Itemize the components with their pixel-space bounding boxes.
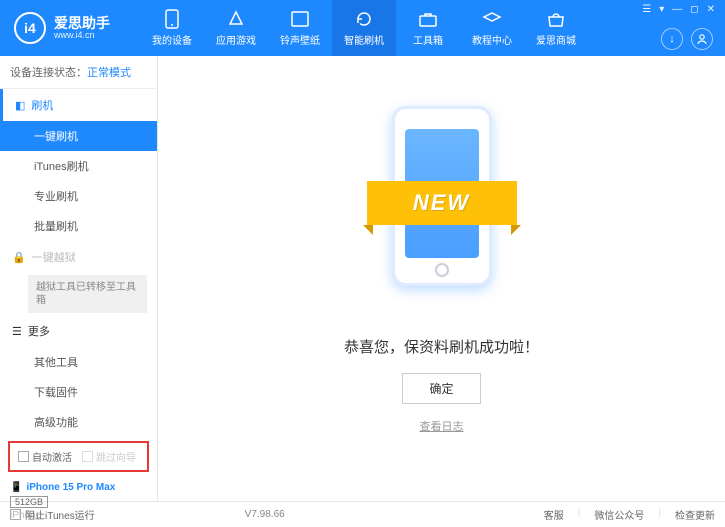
user-button[interactable] (691, 28, 713, 50)
phone-icon (162, 9, 182, 29)
sidebar-header-jailbreak: 🔒 一键越狱 (0, 241, 157, 273)
app-header: i4 爱思助手 www.i4.cn 我的设备 应用游戏 铃声壁纸 智能刷机 工具… (0, 0, 725, 56)
app-name: 爱思助手 (54, 16, 110, 30)
sidebar-jailbreak-section: 🔒 一键越狱 越狱工具已转移至工具箱 (0, 241, 157, 315)
tab-ringtones[interactable]: 铃声壁纸 (268, 0, 332, 56)
window-controls: ☰ ▾ — ◻ ✕ (642, 4, 715, 15)
view-log-link[interactable]: 查看日志 (420, 418, 464, 434)
image-icon (290, 9, 310, 29)
menu-icon: ☰ (12, 325, 22, 338)
checkbox-icon (82, 451, 93, 462)
refresh-icon (354, 9, 374, 29)
tab-toolbox[interactable]: 工具箱 (396, 0, 460, 56)
tab-apps-games[interactable]: 应用游戏 (204, 0, 268, 56)
shop-icon (546, 9, 566, 29)
header-extra-buttons: ↓ (661, 28, 713, 50)
app-icon (226, 9, 246, 29)
sidebar-header-flash[interactable]: ◧ 刷机 (0, 89, 157, 121)
close-icon[interactable]: ✕ (707, 4, 715, 15)
sidebar-item-oneclick-flash[interactable]: 一键刷机 (0, 121, 157, 151)
tab-smart-flash[interactable]: 智能刷机 (332, 0, 396, 56)
app-url: www.i4.cn (54, 30, 110, 40)
sidebar: 设备连接状态：正常模式 ◧ 刷机 一键刷机 iTunes刷机 专业刷机 批量刷机… (0, 56, 158, 501)
success-message: 恭喜您，保资料刷机成功啦！ (344, 336, 539, 357)
toolbox-icon (418, 9, 438, 29)
phone-small-icon: 📱 (10, 482, 22, 493)
footer-link-support[interactable]: 客服 (544, 507, 564, 522)
sidebar-item-itunes-flash[interactable]: iTunes刷机 (0, 151, 157, 181)
tab-my-device[interactable]: 我的设备 (140, 0, 204, 56)
device-status: 设备连接状态：正常模式 (0, 56, 157, 89)
sidebar-item-advanced[interactable]: 高级功能 (0, 407, 157, 437)
sidebar-item-other-tools[interactable]: 其他工具 (0, 347, 157, 377)
lock-icon: 🔒 (12, 251, 26, 264)
ok-button[interactable]: 确定 (402, 373, 480, 404)
tab-store[interactable]: 爱思商城 (524, 0, 588, 56)
tab-tutorials[interactable]: 教程中心 (460, 0, 524, 56)
graduation-icon (482, 9, 502, 29)
footer-link-wechat[interactable]: 微信公众号 (594, 507, 644, 522)
new-badge: NEW (367, 181, 517, 225)
minimize-icon[interactable]: — (672, 4, 682, 15)
highlighted-checkbox-row: 自动激活 跳过向导 (8, 441, 149, 472)
sidebar-flash-section: ◧ 刷机 一键刷机 iTunes刷机 专业刷机 批量刷机 (0, 89, 157, 241)
logo-icon: i4 (14, 12, 46, 44)
version-label: V7.98.66 (245, 509, 285, 520)
device-name[interactable]: 📱 iPhone 15 Pro Max (10, 482, 147, 493)
phone-illustration: NEW (377, 96, 507, 316)
sidebar-jailbreak-note: 越狱工具已转移至工具箱 (28, 275, 147, 313)
sidebar-item-pro-flash[interactable]: 专业刷机 (0, 181, 157, 211)
sidebar-item-batch-flash[interactable]: 批量刷机 (0, 211, 157, 241)
checkbox-skip-guide[interactable]: 跳过向导 (82, 449, 136, 464)
nav-tabs: 我的设备 应用游戏 铃声壁纸 智能刷机 工具箱 教程中心 爱思商城 (140, 0, 588, 56)
dropdown-icon[interactable]: ▾ (659, 4, 664, 15)
maximize-icon[interactable]: ◻ (690, 4, 698, 15)
download-button[interactable]: ↓ (661, 28, 683, 50)
sidebar-more-section: ☰ 更多 其他工具 下载固件 高级功能 (0, 315, 157, 437)
logo-area: i4 爱思助手 www.i4.cn (0, 12, 140, 44)
sidebar-item-download-fw[interactable]: 下载固件 (0, 377, 157, 407)
checkbox-block-itunes[interactable]: 阻止iTunes运行 (10, 507, 95, 522)
sidebar-header-more[interactable]: ☰ 更多 (0, 315, 157, 347)
footer-link-update[interactable]: 检查更新 (675, 507, 715, 522)
flash-icon: ◧ (15, 99, 25, 112)
menu-icon[interactable]: ☰ (642, 4, 651, 15)
checkbox-icon (18, 451, 29, 462)
checkbox-auto-activate[interactable]: 自动激活 (18, 449, 72, 464)
footer-links: 客服 | 微信公众号 | 检查更新 (544, 507, 715, 522)
main-area: 设备连接状态：正常模式 ◧ 刷机 一键刷机 iTunes刷机 专业刷机 批量刷机… (0, 56, 725, 501)
content-area: NEW 恭喜您，保资料刷机成功啦！ 确定 查看日志 (158, 56, 725, 501)
checkbox-icon (10, 509, 21, 520)
